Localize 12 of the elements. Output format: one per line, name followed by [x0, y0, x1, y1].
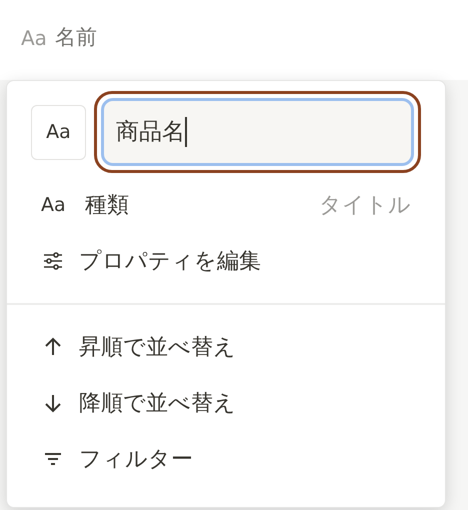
property-name-input[interactable]: 商品名: [94, 91, 421, 173]
property-type-value: タイトル: [319, 192, 411, 220]
text-cursor: [185, 117, 187, 147]
menu-item[interactable]: Aa 種類 タイトル: [7, 177, 445, 233]
text-type-icon: Aa: [41, 196, 71, 214]
menu-item[interactable]: プロパティを編集: [7, 233, 445, 289]
menu-item[interactable]: 降順で並べ替え: [7, 375, 445, 431]
text-type-icon: Aa: [21, 23, 47, 53]
menu-item[interactable]: 昇順で並べ替え: [7, 319, 445, 375]
menu-item[interactable]: フィルター: [7, 431, 445, 487]
property-type-button[interactable]: Aa: [31, 104, 86, 160]
column-header-label: 名前: [54, 24, 97, 52]
